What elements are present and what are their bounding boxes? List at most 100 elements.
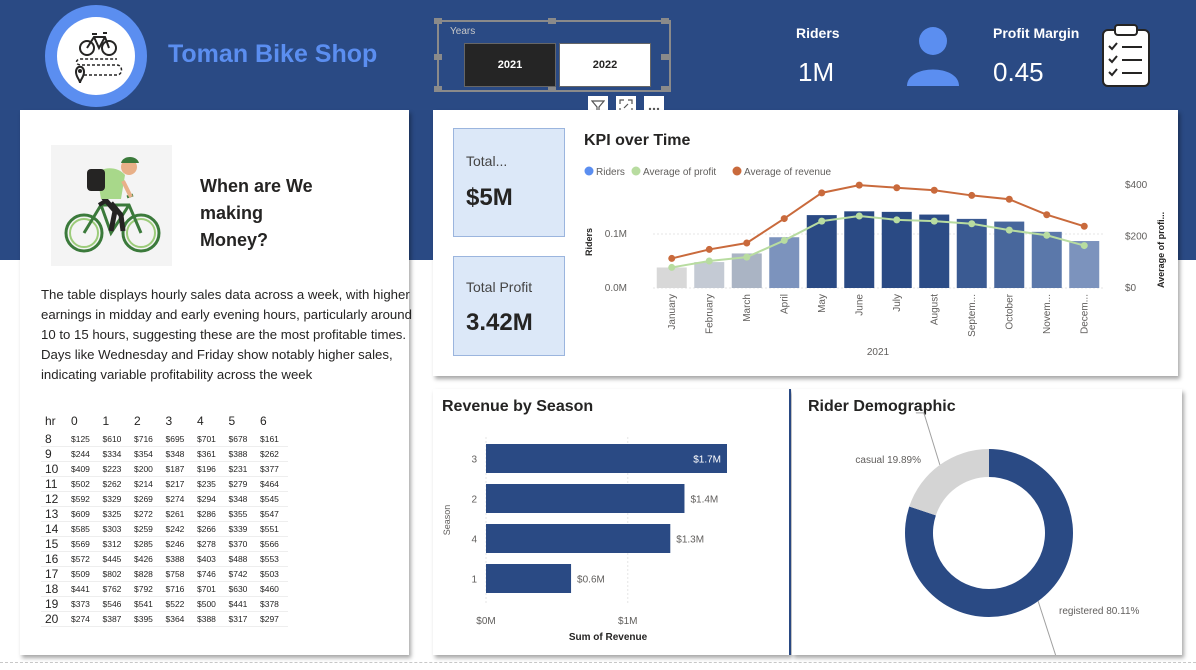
- y2-tick-label: $0: [1125, 283, 1137, 294]
- sales-cell: $509: [67, 566, 99, 582]
- kpi-over-time-card[interactable]: Total... $5M Total Profit 3.42M KPI over…: [433, 110, 1178, 376]
- sales-cell: $488: [224, 551, 256, 567]
- x-tick-label: Septem...: [967, 294, 978, 337]
- series-point: [668, 254, 676, 262]
- x-tick-label: October: [1004, 293, 1015, 329]
- sales-cell: $802: [98, 566, 130, 582]
- table-row: 9 $244 $334 $354 $348 $361 $388 $262: [41, 446, 288, 462]
- sales-cell: $522: [161, 596, 193, 612]
- x-axis-title: 2021: [867, 347, 890, 358]
- hourly-sales-table[interactable]: hr 0 1 2 3 4 5 6 8 $125 $610 $716 $695 $701 $678 $161 9…: [41, 410, 288, 627]
- year-2021-button[interactable]: 2021: [464, 43, 556, 87]
- sales-cell: $200: [130, 461, 162, 477]
- resize-handle[interactable]: [661, 18, 669, 24]
- sales-cell: $502: [67, 476, 99, 492]
- sales-cell: $278: [193, 536, 225, 552]
- rider-demographic-card[interactable]: Rider Demographic registered 80.11% casua…: [792, 389, 1182, 655]
- weekday-column-header[interactable]: 3: [162, 410, 194, 432]
- hour-cell: 11: [41, 476, 67, 492]
- data-label: $1.4M: [690, 495, 718, 506]
- donut-slice: [909, 449, 989, 516]
- series-point: [668, 263, 676, 271]
- table-row: 13 $609 $325 $272 $261 $286 $355 $547: [41, 506, 288, 522]
- table-row: 10 $409 $223 $200 $187 $196 $231 $377: [41, 461, 288, 477]
- insight-description: The table displays hourly sales data acr…: [41, 287, 412, 382]
- sales-cell: $297: [256, 611, 288, 627]
- sales-cell: $334: [98, 446, 130, 462]
- sales-cell: $274: [161, 491, 193, 507]
- season-bar: [486, 524, 671, 553]
- y-axis-title: Riders: [584, 228, 594, 256]
- resize-handle[interactable]: [434, 18, 442, 24]
- weekday-column-header[interactable]: 2: [130, 410, 162, 432]
- sales-cell: $441: [224, 596, 256, 612]
- sales-cell: $464: [256, 476, 288, 492]
- insight-heading: When are We making Money?: [200, 173, 370, 254]
- sales-cell: $545: [256, 491, 288, 507]
- hour-cell: 9: [41, 446, 67, 462]
- resize-handle[interactable]: [434, 54, 442, 60]
- heading-line: When are We: [200, 176, 313, 196]
- table-row: 12 $592 $329 $269 $274 $294 $348 $545: [41, 491, 288, 507]
- y2-tick-label: $200: [1125, 232, 1148, 243]
- revenue-by-season-card[interactable]: Revenue by Season $0M $1M 3 $1.7M 2 $1.4M 4 $1.…: [433, 389, 790, 655]
- resize-handle[interactable]: [661, 54, 669, 60]
- profit-margin-label: Profit Margin: [993, 25, 1080, 41]
- sales-cell: $329: [98, 491, 130, 507]
- sales-cell: $409: [67, 461, 99, 477]
- card-divider: [789, 389, 791, 655]
- kpi-combo-chart[interactable]: Riders Average of profit Average of revenu…: [433, 110, 1178, 376]
- sales-cell: $348: [224, 491, 256, 507]
- hour-cell: 13: [41, 506, 67, 522]
- data-label: $1.3M: [676, 535, 704, 546]
- weekday-column-header[interactable]: 0: [67, 410, 99, 432]
- sales-cell: $274: [67, 611, 99, 627]
- sales-cell: $373: [67, 596, 99, 612]
- sales-cell: $279: [224, 476, 256, 492]
- series-point: [968, 220, 976, 228]
- table-body: 8 $125 $610 $716 $695 $701 $678 $161 9 $244 $334 $3…: [41, 432, 288, 627]
- years-slicer-label: Years: [450, 26, 476, 37]
- years-slicer[interactable]: Years 2021 2022: [434, 18, 671, 92]
- series-point: [893, 184, 901, 192]
- sales-cell: $231: [224, 461, 256, 477]
- weekday-column-header[interactable]: 6: [256, 410, 288, 432]
- sales-cell: $261: [161, 506, 193, 522]
- sales-cell: $354: [130, 446, 162, 462]
- sales-cell: $348: [161, 446, 193, 462]
- sales-cell: $355: [224, 506, 256, 522]
- season-bar: [486, 564, 572, 593]
- resize-handle[interactable]: [548, 18, 556, 24]
- hour-column-header[interactable]: hr: [41, 410, 67, 432]
- series-point: [818, 217, 826, 225]
- resize-handle[interactable]: [661, 86, 669, 92]
- sales-cell: $286: [193, 506, 225, 522]
- x-tick-label: February: [704, 294, 715, 334]
- table-row: 18 $441 $762 $792 $716 $701 $630 $460: [41, 581, 288, 597]
- weekday-column-header[interactable]: 4: [193, 410, 225, 432]
- y-tick-label: 1: [471, 575, 477, 586]
- series-point: [968, 191, 976, 199]
- table-row: 20 $274 $387 $395 $364 $388 $317 $297: [41, 611, 288, 627]
- resize-handle[interactable]: [434, 86, 442, 92]
- sales-cell: $244: [67, 446, 99, 462]
- weekday-column-header[interactable]: 1: [99, 410, 131, 432]
- data-label: casual 19.89%: [855, 455, 921, 466]
- demographic-donut-chart[interactable]: registered 80.11% casual 19.89%: [792, 389, 1182, 655]
- season-bar: [486, 444, 727, 473]
- sales-cell: $746: [193, 566, 225, 582]
- sales-cell: $339: [224, 521, 256, 537]
- sales-cell: $500: [193, 596, 225, 612]
- x-tick-label: June: [854, 294, 865, 316]
- season-bar-chart[interactable]: $0M $1M 3 $1.7M 2 $1.4M 4 $1.3M 1 $0.6M Sum of Rev…: [433, 389, 790, 655]
- page-footer-line: [0, 662, 1196, 663]
- weekday-column-header[interactable]: 5: [225, 410, 257, 432]
- year-2022-button[interactable]: 2022: [559, 43, 651, 87]
- y-tick-label: 3: [471, 455, 477, 466]
- y-tick-label: 0.0M: [605, 283, 627, 294]
- table-row: 19 $373 $546 $541 $522 $500 $441 $378: [41, 596, 288, 612]
- hour-cell: 10: [41, 461, 67, 477]
- y-axis-title: Season: [442, 505, 452, 536]
- x-tick-label: $1M: [618, 616, 637, 627]
- sales-cell: $214: [130, 476, 162, 492]
